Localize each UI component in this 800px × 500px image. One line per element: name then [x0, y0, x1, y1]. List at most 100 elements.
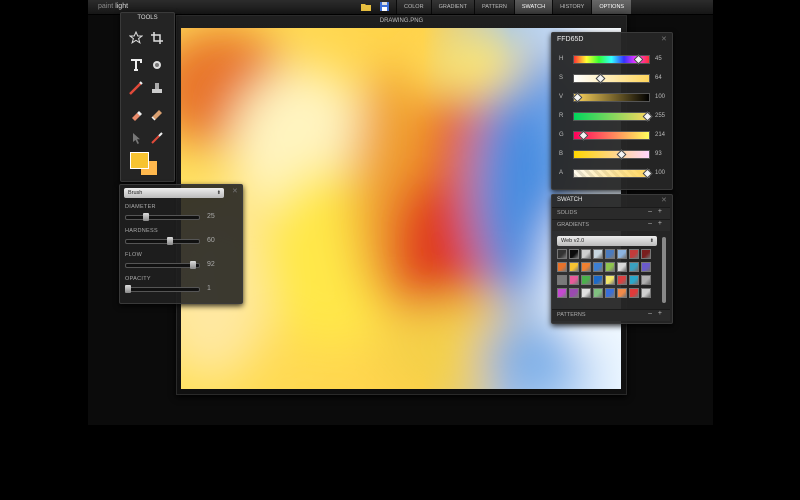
swatch-cell[interactable] [641, 288, 651, 298]
swatch-cell[interactable] [593, 275, 603, 285]
gradients-section[interactable]: GRADIENTS – + [552, 219, 670, 231]
value-value: 100 [655, 94, 666, 100]
swatch-grid [557, 249, 661, 301]
hardness-slider[interactable] [125, 237, 200, 245]
hue-handle[interactable] [633, 54, 644, 65]
solids-section[interactable]: SOLIDS – + [552, 207, 670, 219]
alpha-bar[interactable] [573, 168, 653, 179]
tab-options[interactable]: OPTIONS [591, 0, 632, 14]
close-icon[interactable]: ✕ [661, 196, 667, 204]
swatch-cell[interactable] [605, 262, 615, 272]
clone-stamp-icon[interactable] [148, 79, 166, 97]
diameter-value: 25 [207, 213, 215, 220]
blue-bar[interactable] [573, 149, 650, 160]
tab-swatch[interactable]: SWATCH [513, 0, 553, 14]
swatch-cell[interactable] [641, 262, 651, 272]
green-value: 214 [655, 132, 666, 138]
crop-icon[interactable] [148, 29, 166, 47]
flow-slider-handle[interactable] [190, 261, 197, 269]
value-handle[interactable] [572, 92, 583, 103]
swatch-cell[interactable] [569, 249, 579, 259]
swatch-cell[interactable] [617, 288, 627, 298]
red-bar[interactable] [573, 111, 653, 122]
swatch-cell[interactable] [629, 288, 639, 298]
swatch-cell[interactable] [605, 275, 615, 285]
swatch-cell[interactable] [593, 249, 603, 259]
flow-slider[interactable] [125, 261, 200, 269]
swatch-cell[interactable] [557, 262, 567, 272]
opacity-label: OPACITY [125, 276, 151, 282]
green-handle[interactable] [578, 130, 589, 141]
chevron-updown-icon: ⬍ [216, 190, 221, 196]
swatch-cell[interactable] [557, 275, 567, 285]
close-icon[interactable]: ✕ [661, 35, 667, 43]
hardness-value: 60 [207, 237, 215, 244]
patterns-add-remove[interactable]: – + [648, 310, 664, 317]
swatch-cell[interactable] [617, 249, 627, 259]
swatch-cell[interactable] [581, 275, 591, 285]
value-bar[interactable] [572, 92, 650, 103]
blue-label: B [559, 151, 564, 157]
swatch-cell[interactable] [617, 262, 627, 272]
swatch-cell[interactable] [581, 262, 591, 272]
brand-part1: paint [98, 3, 114, 10]
opacity-value: 1 [207, 285, 211, 292]
text-icon[interactable] [127, 56, 145, 74]
hardness-slider-handle[interactable] [166, 237, 173, 245]
gradients-add-remove[interactable]: – + [648, 220, 664, 227]
brush-preset-label: Brush [128, 190, 143, 196]
opacity-slider[interactable] [125, 285, 200, 293]
green-bar[interactable] [573, 130, 650, 141]
eraser-icon[interactable] [127, 106, 145, 124]
swatch-cell[interactable] [569, 288, 579, 298]
swatch-cell[interactable] [557, 288, 567, 298]
blue-handle[interactable] [616, 149, 627, 160]
save-disk-icon[interactable] [378, 1, 390, 12]
swatch-cell[interactable] [641, 249, 651, 259]
diameter-slider-handle[interactable] [143, 213, 150, 221]
swatch-cell[interactable] [617, 275, 627, 285]
open-folder-icon[interactable] [360, 1, 372, 12]
gradients-label: GRADIENTS [557, 222, 590, 228]
value-label: V [559, 94, 564, 100]
swatch-cell[interactable] [593, 288, 603, 298]
swatch-cell[interactable] [569, 275, 579, 285]
swatch-cell[interactable] [581, 288, 591, 298]
swatch-cell[interactable] [593, 262, 603, 272]
close-icon[interactable]: ✕ [232, 187, 238, 195]
selection-arrow-icon[interactable] [127, 129, 145, 147]
color-panel: FFD65D ✕ H 45 S 64 V 100 R 255 G 214 B 9… [551, 32, 673, 190]
tab-history[interactable]: HISTORY [552, 0, 592, 14]
swatch-set-dropdown[interactable]: Web v2.0 ⬍ [557, 236, 657, 246]
hue-bar[interactable] [573, 54, 650, 65]
eyedropper-icon[interactable] [148, 129, 166, 147]
smudge-icon[interactable] [148, 106, 166, 124]
pattern-stamp-icon[interactable] [148, 56, 166, 74]
solids-add-remove[interactable]: – + [648, 208, 664, 215]
swatch-cell[interactable] [581, 249, 591, 259]
swatch-cell[interactable] [605, 288, 615, 298]
swatch-cell[interactable] [629, 262, 639, 272]
red-handle[interactable] [642, 111, 653, 122]
alpha-handle[interactable] [642, 168, 653, 179]
saturation-handle[interactable] [595, 73, 605, 84]
tab-pattern[interactable]: PATTERN [473, 0, 514, 14]
star-shape-icon[interactable] [127, 29, 145, 47]
foreground-color-swatch[interactable] [130, 152, 149, 169]
swatch-cell[interactable] [641, 275, 651, 285]
patterns-section[interactable]: PATTERNS – + [552, 309, 670, 321]
opacity-slider-handle[interactable] [125, 285, 132, 293]
tab-gradient[interactable]: GRADIENT [430, 0, 474, 14]
swatch-cell[interactable] [569, 262, 579, 272]
saturation-bar[interactable] [573, 73, 650, 84]
swatch-cell[interactable] [557, 249, 567, 259]
hue-value: 45 [655, 56, 662, 62]
swatch-cell[interactable] [629, 275, 639, 285]
swatch-cell[interactable] [605, 249, 615, 259]
diameter-slider[interactable] [125, 213, 200, 221]
swatch-cell[interactable] [629, 249, 639, 259]
swatch-scrollbar[interactable] [662, 237, 666, 303]
brush-icon[interactable] [127, 79, 145, 97]
tab-color[interactable]: COLOR [396, 0, 431, 14]
brush-preset-dropdown[interactable]: Brush ⬍ [124, 188, 224, 198]
